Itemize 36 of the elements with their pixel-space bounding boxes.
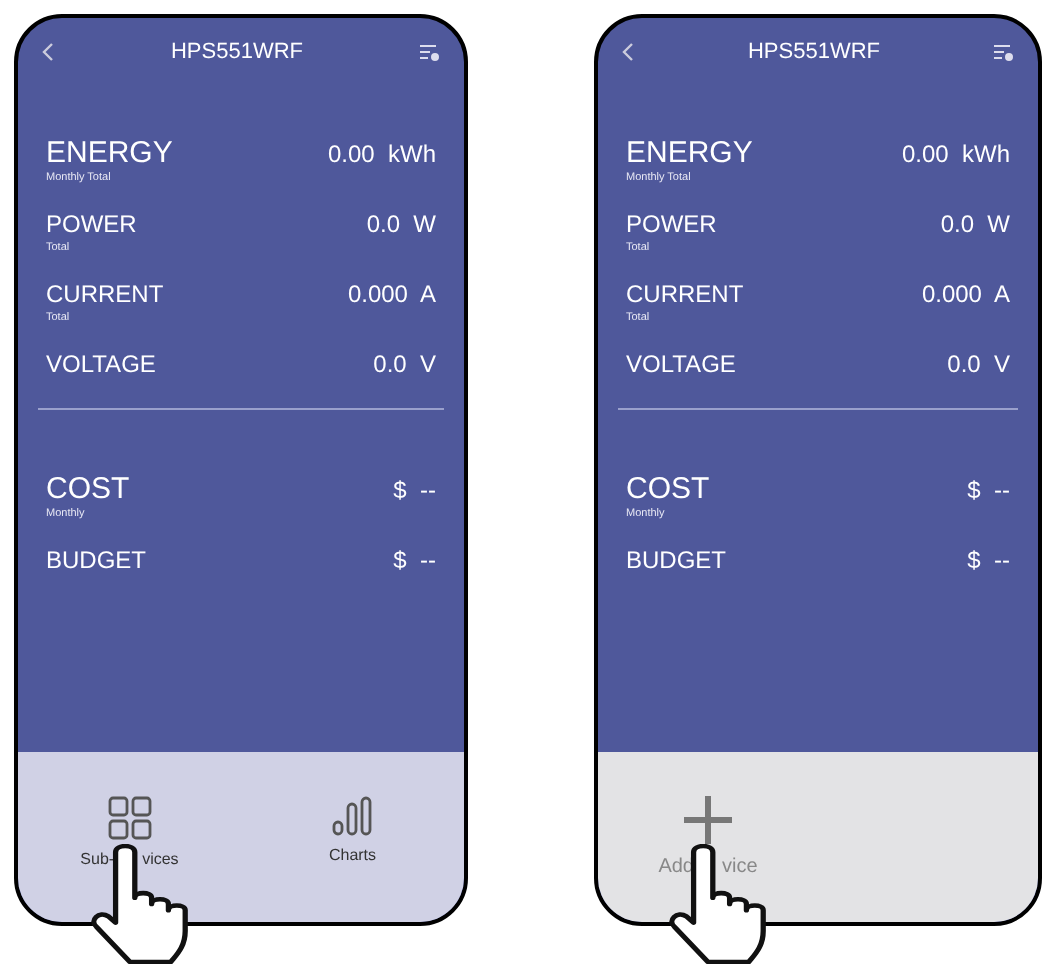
metric-label: VOLTAGE	[626, 348, 736, 380]
bar-chart-icon	[332, 796, 373, 836]
tab-label[interactable]: vices	[142, 848, 179, 872]
metric-label: BUDGET	[626, 544, 727, 576]
metric-value: $ --	[393, 474, 436, 506]
metric-value: 0.0 V	[947, 348, 1010, 380]
metric-value: 0.000 A	[921, 278, 1010, 310]
screen-title: HPS551WRF	[747, 37, 881, 68]
metric-value: $ --	[967, 544, 1010, 576]
metric-value: 0.00 kWh	[327, 138, 436, 170]
tab-label[interactable]: Charts	[328, 844, 377, 868]
metric-label: ENERGY	[626, 138, 753, 170]
metric-label: ENERGY	[46, 138, 173, 170]
settings-icon[interactable]	[994, 43, 1014, 61]
metric-value: 0.00 kWh	[901, 138, 1010, 170]
metric-value: 0.000 A	[347, 278, 436, 310]
metric-label: POWER	[46, 208, 137, 240]
settings-icon[interactable]	[420, 43, 440, 61]
metric-value: $ --	[967, 474, 1010, 506]
metric-label: CURRENT	[626, 278, 744, 310]
grid-icon	[107, 796, 152, 840]
metric-label: VOLTAGE	[46, 348, 156, 380]
metric-label: COST	[626, 474, 710, 506]
screen-title: HPS551WRF	[170, 37, 304, 68]
plus-icon	[684, 796, 732, 844]
back-icon[interactable]	[622, 42, 634, 62]
metric-value: $ --	[393, 544, 436, 576]
tab-label[interactable]: Sub-	[80, 848, 115, 872]
metric-value: 0.0 W	[940, 208, 1010, 240]
metric-value: 0.0 V	[373, 348, 436, 380]
metric-label: CURRENT	[46, 278, 164, 310]
metric-label: COST	[46, 474, 130, 506]
metric-value: 0.0 W	[366, 208, 436, 240]
metric-label: BUDGET	[46, 544, 147, 576]
back-icon[interactable]	[42, 42, 54, 62]
metric-label: POWER	[626, 208, 717, 240]
